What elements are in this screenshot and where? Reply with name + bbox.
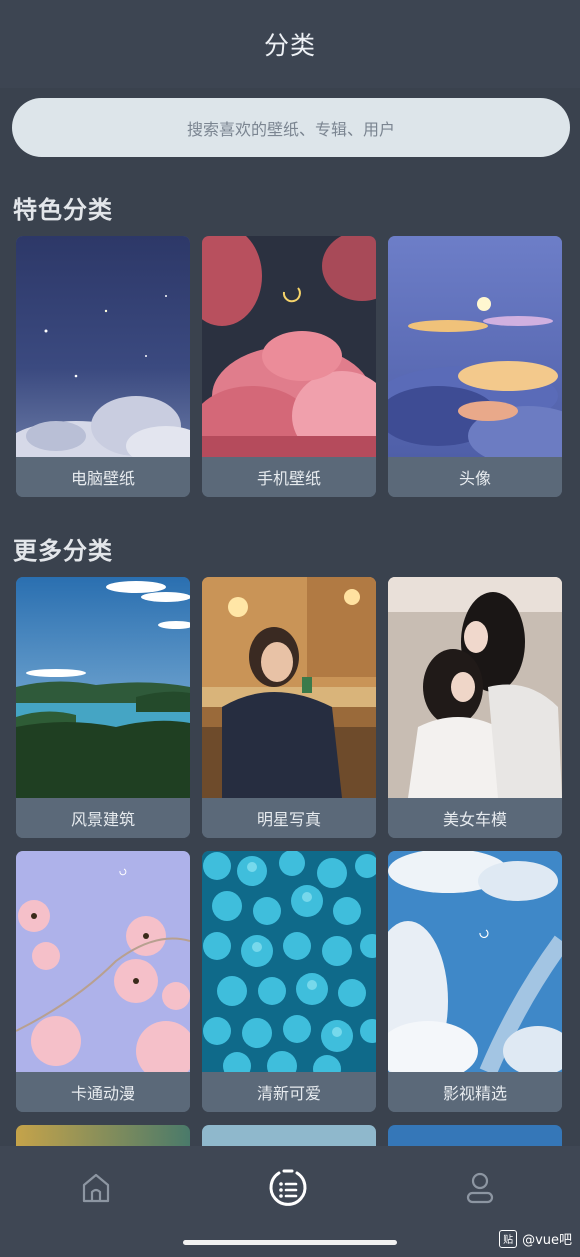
category-card-landscape[interactable]: 风景建筑 [16,577,190,838]
category-label: 头像 [388,457,562,497]
category-label: 风景建筑 [16,798,190,838]
category-card-anime[interactable]: 卡通动漫 [16,851,190,1112]
featured-section-title: 特色分类 [13,196,113,224]
category-image [388,851,562,1072]
category-image [202,851,376,1072]
page-title: 分类 [263,31,316,60]
category-label: 电脑壁纸 [16,457,190,497]
category-card-avatar[interactable]: 头像 [388,236,562,497]
category-image [202,236,376,457]
tab-category[interactable] [253,1146,323,1230]
category-card-phone-wallpaper[interactable]: 手机壁纸 [202,236,376,497]
home-icon [82,1173,110,1203]
tab-home[interactable] [61,1146,131,1230]
tab-profile[interactable] [445,1146,515,1230]
more-section-title: 更多分类 [13,537,113,565]
category-card-fresh-cute[interactable]: 清新可爱 [202,851,376,1112]
home-indicator [183,1240,397,1245]
category-card-models[interactable]: 美女车模 [388,577,562,838]
category-image [388,236,562,457]
category-label: 手机壁纸 [202,457,376,497]
search-placeholder: 搜索喜欢的壁纸、专辑、用户 [186,119,395,139]
category-page: 分类 搜索喜欢的壁纸、专辑、用户 特色分类 电脑壁纸 手机壁纸 头像 更多分类 … [0,0,580,1257]
watermark: 贴 @vue吧 [499,1229,572,1248]
category-label: 卡通动漫 [16,1072,190,1112]
category-card-celebrity[interactable]: 明星写真 [202,577,376,838]
category-label: 影视精选 [388,1072,562,1112]
category-label: 明星写真 [202,798,376,838]
category-card-movies[interactable]: 影视精选 [388,851,562,1112]
category-card-desktop-wallpaper[interactable]: 电脑壁纸 [16,236,190,497]
top-bar: 分类 [0,0,580,88]
watermark-badge: 贴 [499,1229,518,1248]
user-icon [466,1172,494,1204]
watermark-text: @vue吧 [522,1233,572,1248]
category-icon [269,1169,307,1206]
category-image [16,577,190,798]
category-image [388,577,562,798]
category-label: 美女车模 [388,798,562,838]
category-image [16,236,190,457]
category-label: 清新可爱 [202,1072,376,1112]
category-image [202,577,376,798]
search-input[interactable]: 搜索喜欢的壁纸、专辑、用户 [12,98,570,157]
category-image [16,851,190,1072]
